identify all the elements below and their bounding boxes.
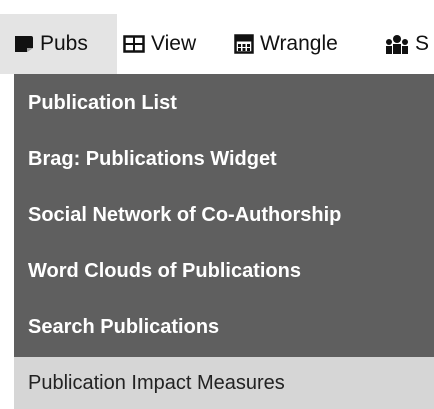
tab-wrangle[interactable]: Wrangle [234, 14, 338, 74]
people-icon [385, 34, 409, 54]
pubs-dropdown-menu: Publication List Brag: Publications Widg… [14, 74, 434, 409]
menu-item-social-network-co-authorship[interactable]: Social Network of Co-Authorship [14, 186, 434, 244]
tab-s[interactable]: S [385, 14, 429, 74]
menu-item-label: Search Publications [28, 315, 220, 338]
menu-item-publication-list[interactable]: Publication List [14, 74, 434, 132]
book-icon [14, 35, 34, 53]
tab-pubs[interactable]: Pubs [0, 14, 117, 74]
menu-item-label: Brag: Publications Widget [28, 147, 277, 170]
tab-wrangle-label: Wrangle [260, 32, 338, 55]
calculator-icon [234, 34, 254, 54]
menu-item-brag-publications-widget[interactable]: Brag: Publications Widget [14, 130, 434, 188]
menu-item-publication-impact-measures[interactable]: Publication Impact Measures [14, 357, 434, 409]
menu-item-label: Word Clouds of Publications [28, 259, 301, 282]
menu-item-word-clouds-publications[interactable]: Word Clouds of Publications [14, 242, 434, 300]
menu-item-label: Publication List [28, 91, 177, 114]
tab-pubs-label: Pubs [40, 32, 88, 55]
tab-view[interactable]: View [123, 14, 196, 74]
menu-item-search-publications[interactable]: Search Publications [14, 298, 434, 356]
table-grid-icon [123, 35, 145, 53]
tab-s-label: S [415, 32, 430, 55]
tab-view-label: View [151, 32, 197, 55]
menu-item-label: Social Network of Co-Authorship [28, 203, 342, 226]
menu-item-label: Publication Impact Measures [28, 371, 285, 394]
